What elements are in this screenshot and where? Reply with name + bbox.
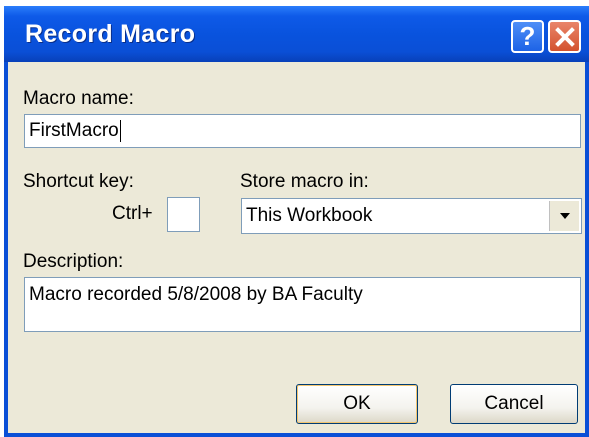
shortcut-key-input[interactable]: [167, 197, 200, 232]
title-bar[interactable]: Record Macro ?: [4, 0, 589, 62]
window-title: Record Macro: [25, 20, 196, 48]
description-input[interactable]: Macro recorded 5/8/2008 by BA Faculty: [24, 277, 581, 332]
close-button[interactable]: [548, 20, 581, 53]
text-caret: [119, 119, 121, 142]
close-icon: [554, 26, 575, 47]
help-button[interactable]: ?: [511, 20, 544, 53]
description-label: Description:: [23, 251, 123, 273]
description-label-text: Description:: [23, 251, 124, 272]
cancel-button[interactable]: Cancel: [450, 384, 578, 424]
help-icon: ?: [519, 21, 536, 51]
macro-name-value: FirstMacro: [29, 120, 119, 141]
store-macro-selected: This Workbook: [246, 205, 373, 226]
chevron-down-icon: [559, 213, 570, 219]
ok-button[interactable]: OK: [296, 384, 418, 424]
ok-button-label: OK: [343, 393, 371, 414]
macro-name-input[interactable]: FirstMacro: [24, 114, 581, 148]
description-value: Macro recorded 5/8/2008 by BA Faculty: [29, 284, 363, 305]
record-macro-dialog: Record Macro ? Macro name: FirstMacro Sh…: [4, 0, 589, 437]
shortcut-key-label-text: Shortcut key:: [23, 171, 134, 192]
ctrl-prefix-label: Ctrl+: [112, 203, 153, 225]
dropdown-button[interactable]: [549, 201, 579, 231]
cancel-button-label: Cancel: [484, 393, 544, 414]
store-macro-select[interactable]: This Workbook: [241, 198, 582, 234]
store-macro-label-text: Store macro in:: [240, 171, 369, 192]
macro-name-label-text: Macro name:: [23, 88, 134, 109]
ctrl-prefix-text: Ctrl+: [112, 203, 153, 224]
shortcut-key-label: Shortcut key:: [23, 171, 134, 193]
store-macro-label: Store macro in:: [240, 171, 369, 193]
macro-name-label: Macro name:: [23, 88, 134, 110]
